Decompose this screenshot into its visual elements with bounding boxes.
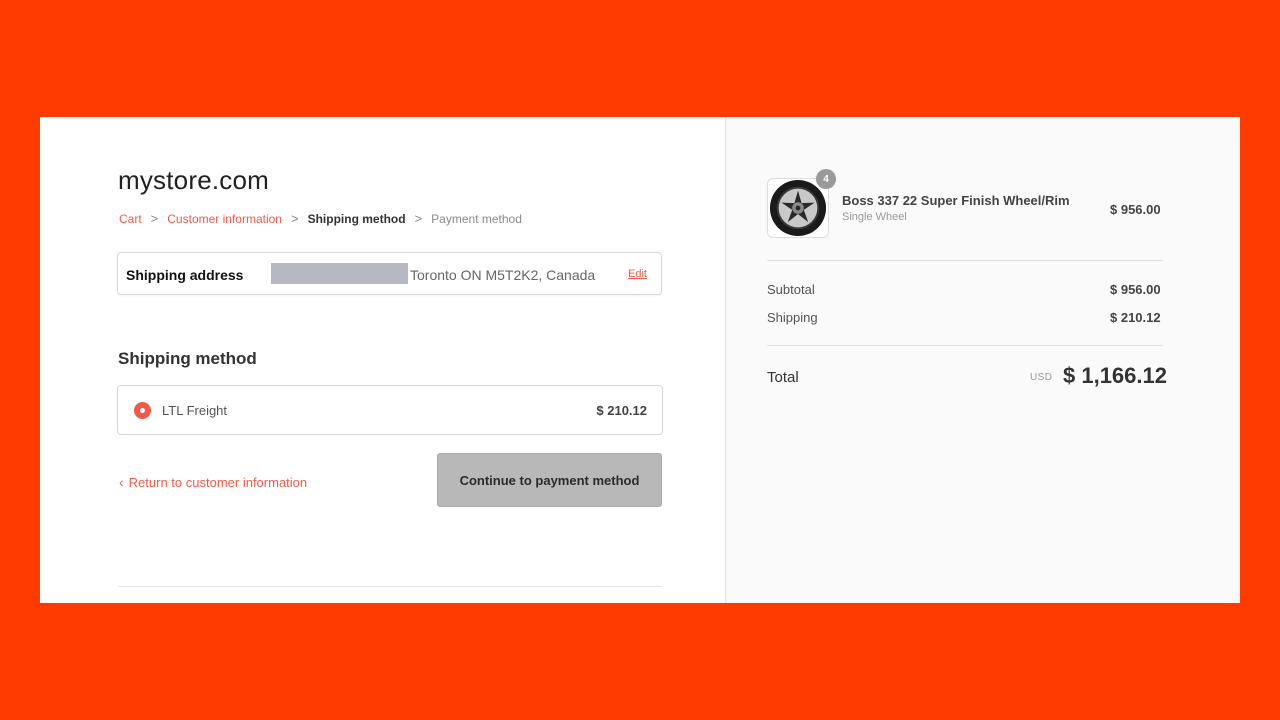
breadcrumb-separator: > [414,211,423,226]
edit-address-link[interactable]: Edit [628,268,647,280]
breadcrumb-separator: > [290,211,299,226]
checkout-frame: mystore.com Cart > Customer information … [40,117,1240,603]
breadcrumb: Cart > Customer information > Shipping m… [119,211,522,226]
product-name: Boss 337 22 Super Finish Wheel/Rim [842,193,1070,208]
currency-code: USD [1030,372,1053,383]
order-summary-panel: 4 Boss 337 22 Super Finish Wheel/Rim Sin… [725,117,1240,603]
radio-selected-icon[interactable] [134,402,151,419]
shipping-method-heading: Shipping method [118,349,257,368]
breadcrumb-customer-information[interactable]: Customer information [167,212,282,226]
subtotal-label: Subtotal [767,282,815,297]
breadcrumb-cart[interactable]: Cart [119,212,142,226]
shipping-label: Shipping [767,310,818,325]
shipping-option-ltl-freight[interactable]: LTL Freight $ 210.12 [117,385,663,435]
chevron-left-icon: ‹ [119,474,124,490]
shipping-address-value: Toronto ON M5T2K2, Canada [410,267,596,283]
shipping-value: $ 210.12 [1110,310,1161,325]
total-value: $ 1,166.12 [1063,363,1167,388]
store-title[interactable]: mystore.com [118,165,269,196]
breadcrumb-payment-method: Payment method [431,211,522,226]
footer-divider [118,586,662,587]
shipping-option-price: $ 210.12 [596,403,647,418]
shipping-address-label: Shipping address [126,267,244,283]
quantity-badge: 4 [816,169,836,189]
checkout-main-panel: mystore.com Cart > Customer information … [40,117,725,603]
summary-divider [767,345,1163,346]
summary-divider [767,260,1163,261]
product-price: $ 956.00 [1110,202,1161,217]
shipping-address-box: Shipping address Toronto ON M5T2K2, Cana… [117,252,662,295]
return-to-customer-information-link[interactable]: ‹ Return to customer information [119,474,307,490]
return-link-label: Return to customer information [128,474,308,490]
breadcrumb-separator: > [150,211,159,226]
product-variant: Single Wheel [842,211,907,223]
wheel-rim-icon [769,179,827,237]
subtotal-value: $ 956.00 [1110,282,1161,297]
breadcrumb-shipping-method: Shipping method [307,211,406,226]
shipping-option-label: LTL Freight [162,403,228,418]
total-label: Total [767,369,799,386]
redacted-street-address [271,263,408,284]
continue-to-payment-button[interactable]: Continue to payment method [437,453,662,507]
